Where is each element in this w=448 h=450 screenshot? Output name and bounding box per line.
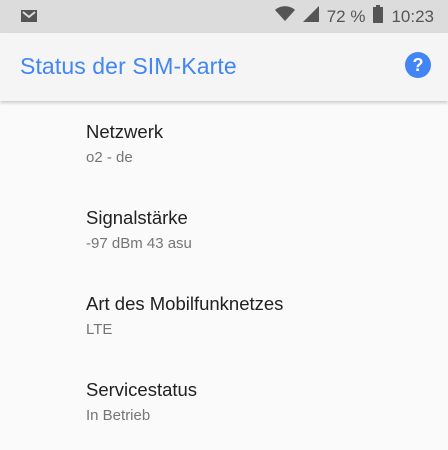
list-item-value: o2 - de (86, 149, 133, 166)
list-item-label: Art des Mobilfunknetzes (86, 293, 284, 314)
cellular-signal-icon (302, 6, 319, 27)
list-item-signal-strength: Signalstärke -97 dBm 43 asu (86, 207, 192, 252)
gmail-icon (20, 8, 38, 29)
list-item-label: Netzwerk (86, 121, 164, 142)
status-bar: 72 % 10:23 (0, 0, 448, 33)
help-icon[interactable]: ? (405, 52, 431, 78)
list-item-network-type: Art des Mobilfunknetzes LTE (86, 293, 283, 338)
wifi-icon (274, 6, 295, 27)
list-item-label: Signalstärke (86, 207, 188, 228)
battery-percentage: 72 % (326, 6, 366, 26)
list-item-network: Netzwerk o2 - de (86, 121, 163, 166)
page-title: Status der SIM-Karte (20, 53, 237, 79)
list-item-value: -97 dBm 43 asu (86, 235, 192, 252)
list-item-label: Servicestatus (86, 379, 198, 400)
clock: 10:23 (391, 6, 434, 26)
battery-icon (373, 5, 384, 28)
list-item-value: LTE (86, 321, 113, 338)
list-item-value: In Betrieb (86, 407, 151, 424)
app-bar: Status der SIM-Karte ? (0, 33, 448, 101)
list-item-service-status: Servicestatus In Betrieb (86, 379, 197, 424)
